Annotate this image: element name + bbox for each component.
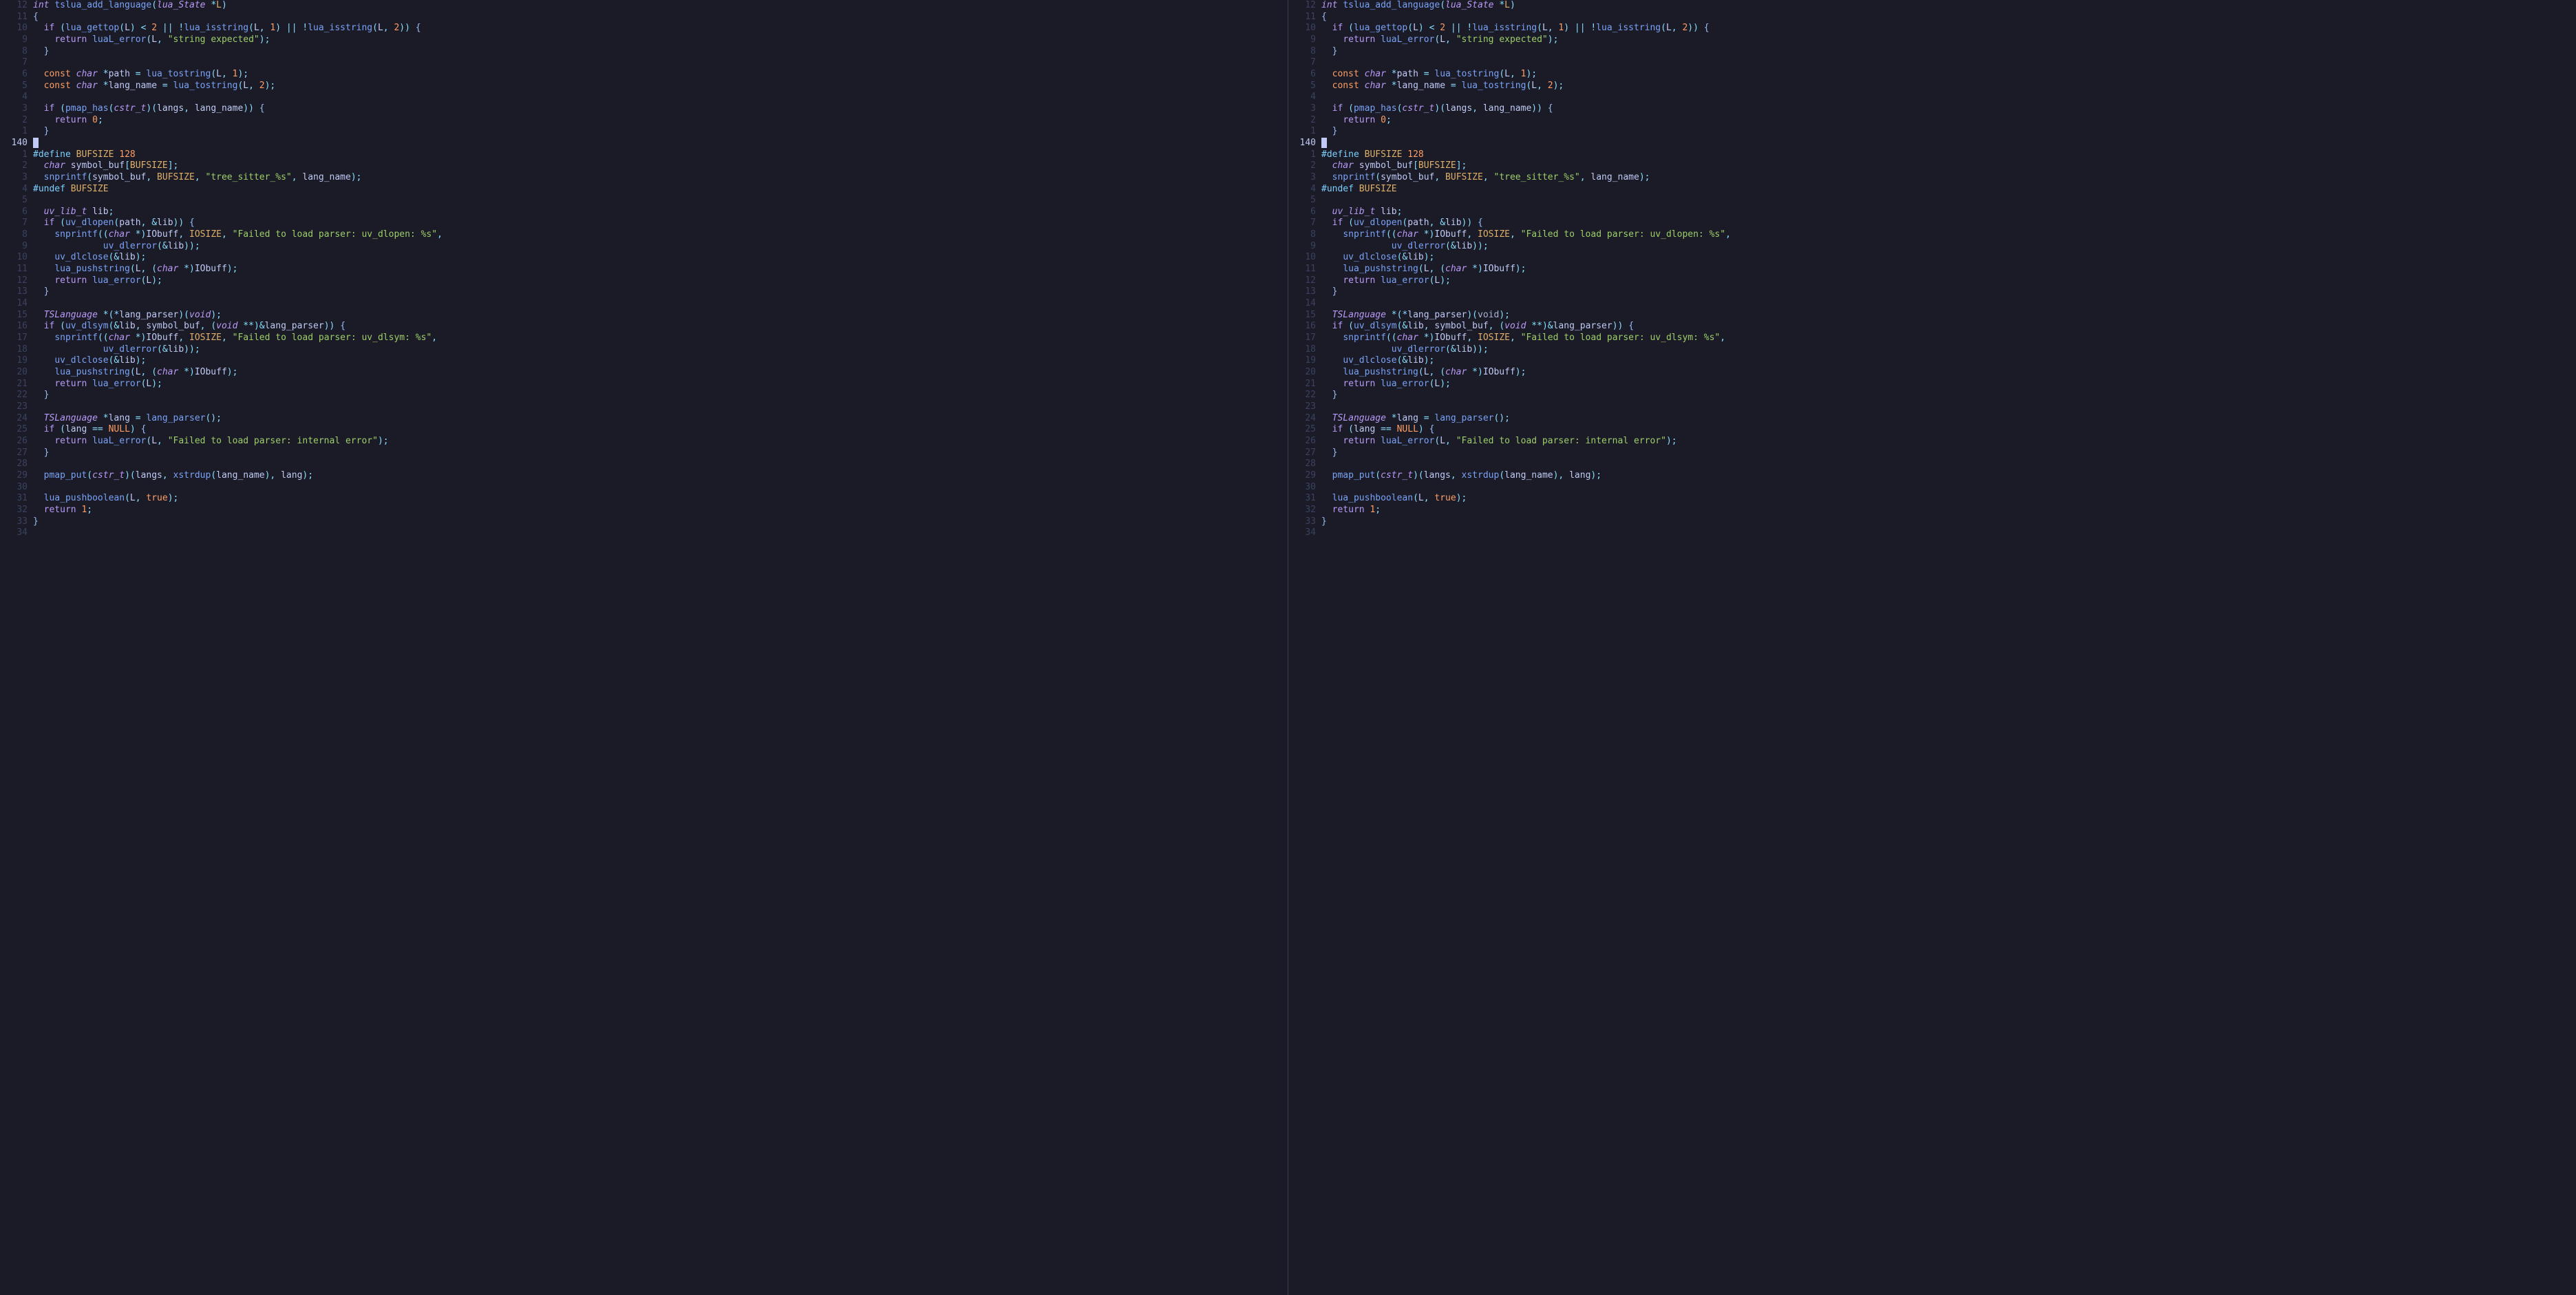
gutter-left: 1211109876543211401234567891011121314151… — [0, 0, 33, 539]
editor-pane-right[interactable]: 1211109876543211401234567891011121314151… — [1288, 0, 2576, 1295]
code-left[interactable]: int tslua_add_language(lua_State *L){ if… — [33, 0, 1288, 539]
cursor-block — [33, 138, 39, 148]
editor-pane-left[interactable]: 1211109876543211401234567891011121314151… — [0, 0, 1288, 1295]
cursor-block — [1321, 138, 1327, 148]
code-right[interactable]: int tslua_add_language(lua_State *L){ if… — [1321, 0, 2576, 539]
gutter-right: 1211109876543211401234567891011121314151… — [1288, 0, 1321, 539]
split-container: 1211109876543211401234567891011121314151… — [0, 0, 2576, 1295]
